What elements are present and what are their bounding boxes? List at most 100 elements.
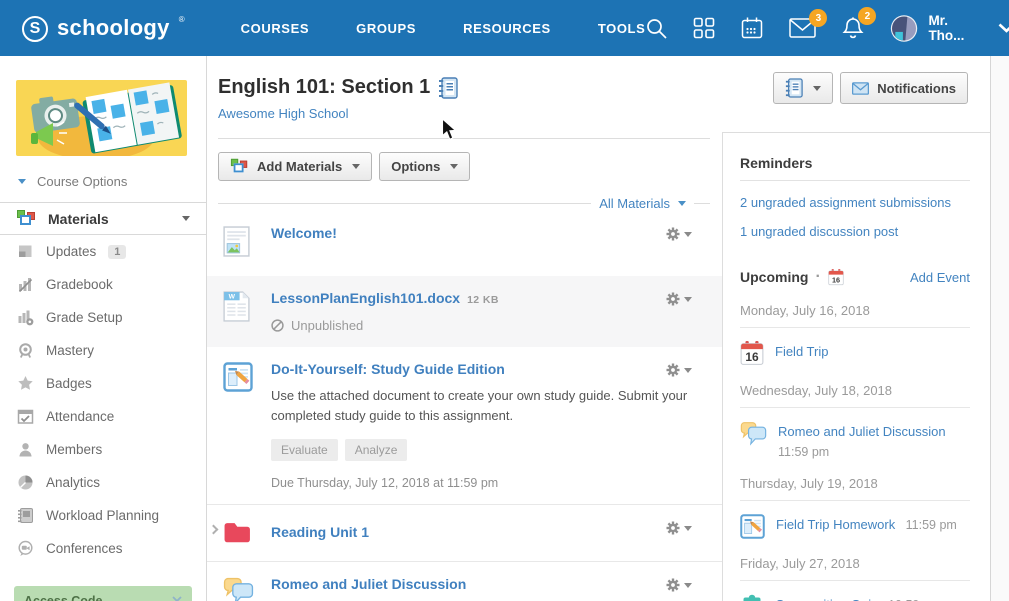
reminders-title: Reminders [740, 155, 970, 181]
schoology-s-icon: S [22, 16, 48, 42]
sidebar-item-label: Conferences [46, 541, 123, 556]
sidebar-item-workload-planning[interactable]: Workload Planning [0, 499, 206, 532]
notifications-label: Notifications [877, 81, 956, 96]
add-materials-button[interactable]: Add Materials [218, 152, 372, 181]
brand-name: schoology [57, 15, 170, 41]
reminder-link[interactable]: 2 ungraded assignment submissions [740, 195, 970, 210]
sidebar-item-mastery[interactable]: Mastery [0, 334, 206, 367]
course-materials-shortcut-button[interactable] [773, 72, 833, 104]
nav-tools[interactable]: TOOLS [598, 21, 646, 36]
messages-badge: 3 [809, 9, 827, 27]
sidebar-item-attendance[interactable]: Attendance [0, 400, 206, 433]
unpublished-icon [271, 319, 284, 332]
messages-icon[interactable]: 3 [789, 18, 816, 38]
nav-resources[interactable]: RESOURCES [463, 21, 551, 36]
material-title-link[interactable]: LessonPlanEnglish101.docx [271, 290, 460, 306]
access-code-box: Access Code [14, 586, 192, 601]
sidebar-item-label: Mastery [46, 343, 94, 358]
analytics-pie-icon [17, 474, 34, 491]
apps-grid-icon[interactable] [693, 17, 715, 39]
mini-calendar-icon[interactable]: 16 [828, 269, 844, 286]
sidebar-item-gradebook[interactable]: Gradebook [0, 268, 206, 301]
expand-folder-chevron-icon[interactable] [209, 525, 219, 535]
caret-down-icon [813, 86, 821, 91]
school-link[interactable]: Awesome High School [218, 106, 349, 121]
tag-pill[interactable]: Evaluate [271, 439, 338, 461]
close-icon[interactable] [172, 596, 182, 601]
event-date: Wednesday, July 18, 2018 [740, 383, 970, 408]
chevron-down-icon[interactable] [998, 23, 1009, 33]
app-window: S schoology ® COURSES GROUPS RESOURCES T… [0, 0, 1009, 601]
gear-icon [666, 227, 680, 241]
user-menu[interactable]: Mr. Tho... [890, 10, 973, 47]
sidebar-item-conferences[interactable]: Conferences [0, 532, 206, 565]
upcoming-group: Monday, July 16, 2018 16 Field Trip [740, 303, 970, 366]
updates-count-badge: 1 [108, 245, 126, 259]
calendar-icon[interactable] [740, 16, 764, 40]
options-button[interactable]: Options [379, 152, 470, 181]
badges-star-icon [17, 375, 34, 392]
reminder-link[interactable]: 1 ungraded discussion post [740, 224, 970, 239]
add-event-link[interactable]: Add Event [910, 270, 970, 285]
material-title-link[interactable]: Reading Unit 1 [271, 524, 369, 540]
schoology-logo[interactable]: S schoology ® [22, 15, 185, 42]
course-options-toggle[interactable]: Course Options [0, 156, 206, 202]
upcoming-group: Friday, July 27, 2018 Composition Quiz 1… [740, 556, 970, 601]
folder-icon [223, 521, 252, 544]
item-options-gear[interactable] [666, 227, 692, 241]
caret-down-icon [352, 164, 360, 169]
event-link[interactable]: Romeo and Juliet Discussion [778, 424, 946, 439]
objective-tags: Evaluate Analyze [271, 439, 692, 461]
caret-down-icon [182, 216, 190, 221]
event-link[interactable]: Field Trip Homework [776, 517, 895, 532]
tag-pill[interactable]: Analyze [345, 439, 408, 461]
svg-text:W: W [229, 294, 236, 301]
sidebar-item-materials[interactable]: Materials [0, 202, 206, 235]
nav-groups[interactable]: GROUPS [356, 21, 416, 36]
all-materials-filter[interactable]: All Materials [599, 196, 670, 211]
event-link[interactable]: Composition Quiz [775, 597, 878, 601]
assignment-icon [223, 362, 253, 392]
course-cover-image [16, 80, 187, 156]
material-title-link[interactable]: Welcome! [271, 225, 337, 241]
grade-setup-icon [17, 309, 34, 326]
divider-line [694, 203, 710, 204]
caret-down-icon [18, 179, 26, 184]
search-icon[interactable] [645, 17, 668, 40]
item-options-gear[interactable] [666, 363, 692, 377]
event-link[interactable]: Field Trip [775, 344, 828, 359]
material-title-link[interactable]: Do-It-Yourself: Study Guide Edition [271, 361, 505, 377]
item-options-gear[interactable] [666, 578, 692, 592]
sidebar-item-badges[interactable]: Badges [0, 367, 206, 400]
updates-icon [17, 243, 34, 260]
scrollbar-track[interactable] [990, 56, 1009, 601]
item-options-gear[interactable] [666, 521, 692, 535]
sidebar-item-members[interactable]: Members [0, 433, 206, 466]
sidebar-item-label: Attendance [46, 409, 114, 424]
item-options-gear[interactable] [666, 292, 692, 306]
svg-text:16: 16 [745, 350, 759, 364]
workload-planning-icon [17, 507, 34, 524]
material-row-discussion: Romeo and Juliet Discussion Post about y… [207, 562, 722, 601]
access-code-label: Access Code [24, 594, 103, 601]
primary-nav: COURSES GROUPS RESOURCES TOOLS [241, 21, 646, 36]
sidebar-item-grade-setup[interactable]: Grade Setup [0, 301, 206, 334]
event-calendar-icon: 16 [740, 341, 764, 366]
event-date: Monday, July 16, 2018 [740, 303, 970, 328]
svg-text:16: 16 [832, 275, 840, 284]
notebook-icon [785, 78, 803, 98]
sidebar-item-label: Grade Setup [46, 310, 123, 325]
word-file-icon: W [223, 291, 250, 322]
event-time: 11:59 pm [778, 445, 946, 459]
sidebar-item-updates[interactable]: Updates 1 [0, 235, 206, 268]
notifications-button[interactable]: Notifications [840, 72, 968, 104]
material-row-page: Welcome! [207, 211, 722, 276]
header-actions: Notifications [773, 72, 968, 104]
sidebar-item-analytics[interactable]: Analytics [0, 466, 206, 499]
nav-courses[interactable]: COURSES [241, 21, 310, 36]
caret-down-icon [684, 368, 692, 373]
user-name: Mr. Tho... [928, 13, 973, 43]
material-title-link[interactable]: Romeo and Juliet Discussion [271, 576, 466, 592]
notifications-bell-icon[interactable]: 2 [841, 16, 865, 40]
sidebar-item-label: Gradebook [46, 277, 113, 292]
